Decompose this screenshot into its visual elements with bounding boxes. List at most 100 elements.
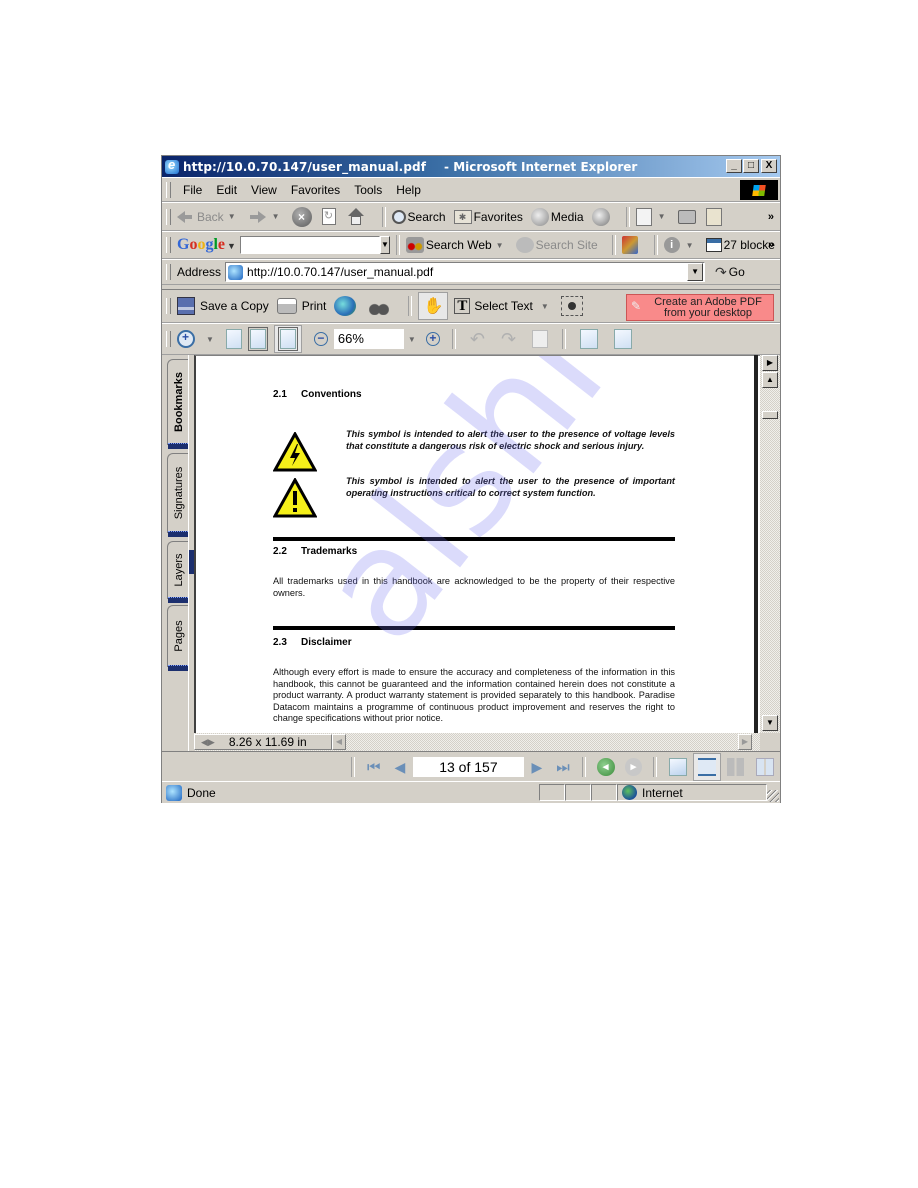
toolbar-grip[interactable] <box>166 208 171 225</box>
google-logo[interactable]: Google ▼ <box>177 236 236 254</box>
google-search-input[interactable] <box>239 236 380 254</box>
page-number-input[interactable]: 13 of 157 <box>413 757 524 777</box>
single-page-layout-button[interactable] <box>669 758 687 776</box>
resize-grip[interactable] <box>767 790 779 802</box>
forward-button[interactable]: ▼ <box>248 210 284 223</box>
actual-size-button[interactable] <box>225 329 242 349</box>
zoom-in-button[interactable]: + <box>425 332 440 346</box>
toolbar-grip[interactable] <box>166 264 171 280</box>
tab-bookmarks[interactable]: Bookmarks <box>167 359 189 449</box>
back-button[interactable]: Back ▼ <box>177 210 240 224</box>
close-button[interactable]: X <box>761 159 777 173</box>
search-site-button[interactable]: Search Site <box>515 237 598 253</box>
toolbar-grip[interactable] <box>166 298 171 314</box>
horizontal-scrollbar[interactable]: ◀▶ 8.26 x 11.69 in ◀ ▶ <box>194 733 760 751</box>
scroll-up-button[interactable]: ▲ <box>762 372 778 388</box>
pagerank-button[interactable] <box>621 236 640 254</box>
menu-favorites[interactable]: Favorites <box>285 183 348 197</box>
toolbar-more-chevron[interactable]: » <box>768 211 774 223</box>
internet-globe-icon <box>622 785 637 800</box>
toolbar-grip[interactable] <box>166 181 171 198</box>
stop-button[interactable]: × <box>291 206 314 227</box>
print-button[interactable] <box>677 209 698 224</box>
address-input[interactable]: http://10.0.70.147/user_manual.pdf ▼ <box>225 262 706 282</box>
fit-width-button[interactable] <box>273 325 302 353</box>
continuous-facing-layout-button[interactable] <box>756 758 774 776</box>
media-button[interactable]: Media <box>530 207 584 226</box>
scroll-down-button[interactable]: ▼ <box>762 715 778 731</box>
continuous-layout-button[interactable] <box>692 753 721 781</box>
minimize-button[interactable]: _ <box>726 159 742 173</box>
document-border <box>754 355 758 733</box>
menu-file[interactable]: File <box>177 183 210 197</box>
history-button[interactable] <box>591 207 612 226</box>
document-area[interactable]: 2.1 Conventions This symbol is intended t… <box>194 355 760 733</box>
page-info-button[interactable]: i ▼ <box>663 237 698 253</box>
address-dropdown[interactable]: ▼ <box>687 263 704 281</box>
edit-button[interactable] <box>705 207 724 226</box>
last-page-button[interactable]: ⏭ <box>556 759 570 776</box>
forward-dropdown-icon[interactable]: ▼ <box>272 212 280 221</box>
email-button[interactable] <box>334 296 361 316</box>
copy-icon[interactable] <box>532 330 549 348</box>
facing-layout-button[interactable] <box>726 758 745 776</box>
zoom-tool-dropdown-icon[interactable]: ▼ <box>206 335 214 344</box>
previous-page-button[interactable]: ◀ <box>395 759 406 776</box>
google-toolbar-more-chevron[interactable]: » <box>768 239 774 251</box>
tab-signatures[interactable]: Signatures <box>167 453 189 537</box>
find-button[interactable] <box>369 297 394 315</box>
zoom-out-button[interactable]: − <box>313 332 328 346</box>
toolbar-separator <box>395 235 400 255</box>
refresh-button[interactable]: ↻ <box>321 208 338 225</box>
tab-pages[interactable]: Pages <box>167 605 189 671</box>
resize-arrows-icon[interactable]: ◀▶ <box>201 737 215 748</box>
search-web-button[interactable]: Search Web ▼ <box>405 237 508 253</box>
tab-layers[interactable]: Layers <box>167 541 189 603</box>
first-page-button[interactable]: ⏮ <box>367 759 381 776</box>
scroll-right-button[interactable]: ▶ <box>738 734 752 750</box>
select-text-dropdown-icon[interactable]: ▼ <box>541 302 549 311</box>
create-pdf-button[interactable]: ✎ Create an Adobe PDF from your desktop <box>626 294 774 321</box>
search-label: Search <box>407 209 446 224</box>
back-dropdown-icon[interactable]: ▼ <box>228 212 236 221</box>
next-page-button[interactable]: ▶ <box>532 759 543 776</box>
scrollbar-thumb[interactable] <box>762 411 778 419</box>
maximize-button[interactable]: □ <box>743 159 759 173</box>
menu-edit[interactable]: Edit <box>210 183 245 197</box>
zoom-level-input[interactable]: 66% <box>333 329 404 349</box>
vertical-scrollbar[interactable]: ▶ ▲ ▼ <box>760 355 780 733</box>
previous-view-page-icon[interactable] <box>614 329 633 349</box>
scroll-left-button[interactable]: ◀ <box>332 734 346 750</box>
google-search-dropdown[interactable]: ▼ <box>379 236 390 254</box>
save-copy-button[interactable]: Save a Copy <box>177 297 269 315</box>
fit-page-button[interactable] <box>247 327 268 351</box>
toolbar-grip[interactable] <box>166 237 171 253</box>
popup-blocker-button[interactable]: 27 blocke <box>705 238 775 252</box>
toolbar-grip[interactable] <box>166 331 171 347</box>
info-dropdown-icon[interactable]: ▼ <box>686 241 694 250</box>
menu-tools[interactable]: Tools <box>348 183 390 197</box>
select-text-button[interactable]: T Select Text ▼ <box>454 298 552 314</box>
home-button[interactable] <box>346 207 368 227</box>
create-pdf-line2: from your desktop <box>663 307 753 319</box>
favorites-button[interactable]: ✱ Favorites <box>453 209 523 224</box>
go-button[interactable]: ↷ Go <box>715 264 745 281</box>
next-view-button[interactable]: ▸ <box>624 758 643 776</box>
mail-button[interactable]: ▼ <box>635 207 670 226</box>
page-nav-expand-button[interactable]: ▶ <box>762 355 778 371</box>
zoom-level-dropdown[interactable]: ▼ <box>408 335 416 344</box>
address-url[interactable]: http://10.0.70.147/user_manual.pdf <box>247 265 433 279</box>
snapshot-button[interactable] <box>560 296 583 316</box>
previous-view-button[interactable]: ◂ <box>596 758 615 776</box>
search-button[interactable]: Search <box>391 209 446 224</box>
menu-help[interactable]: Help <box>390 183 429 197</box>
rotate-right-icon[interactable]: ↷ <box>501 329 516 350</box>
rotate-left-icon[interactable]: ↶ <box>470 329 485 350</box>
mail-dropdown-icon[interactable]: ▼ <box>658 212 666 221</box>
search-web-dropdown-icon[interactable]: ▼ <box>496 241 504 250</box>
next-view-page-icon[interactable] <box>580 329 599 349</box>
acrobat-print-button[interactable]: Print <box>276 298 326 314</box>
hand-tool-button[interactable]: ✋ <box>418 292 449 320</box>
zoom-tool-button[interactable]: ▼ <box>177 330 218 348</box>
menu-view[interactable]: View <box>245 183 285 197</box>
